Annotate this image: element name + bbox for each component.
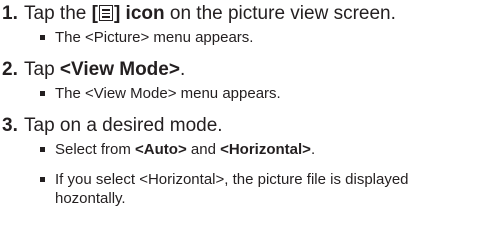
- step-number: 3.: [2, 115, 18, 136]
- bullet-marker: [40, 177, 45, 182]
- step-number: 2.: [2, 59, 18, 80]
- step-instruction: Tap <View Mode>.: [24, 59, 186, 80]
- bullet-text: Select from <Auto> and <Horizontal>.: [55, 141, 316, 158]
- menu-list-icon: [98, 5, 113, 21]
- step-number: 1.: [2, 3, 18, 24]
- bullet-marker: [40, 35, 45, 40]
- bullet-marker: [40, 147, 45, 152]
- bullet-text: If you select <Horizontal>, the picture …: [55, 171, 409, 207]
- bullet-text: The <View Mode> menu appears.: [55, 85, 281, 102]
- step-instruction: Tap the [] icon on the picture view scre…: [24, 3, 396, 24]
- bullet-text: The <Picture> menu appears.: [55, 29, 254, 46]
- bullet-marker: [40, 91, 45, 96]
- step-instruction: Tap on a desired mode.: [24, 115, 223, 136]
